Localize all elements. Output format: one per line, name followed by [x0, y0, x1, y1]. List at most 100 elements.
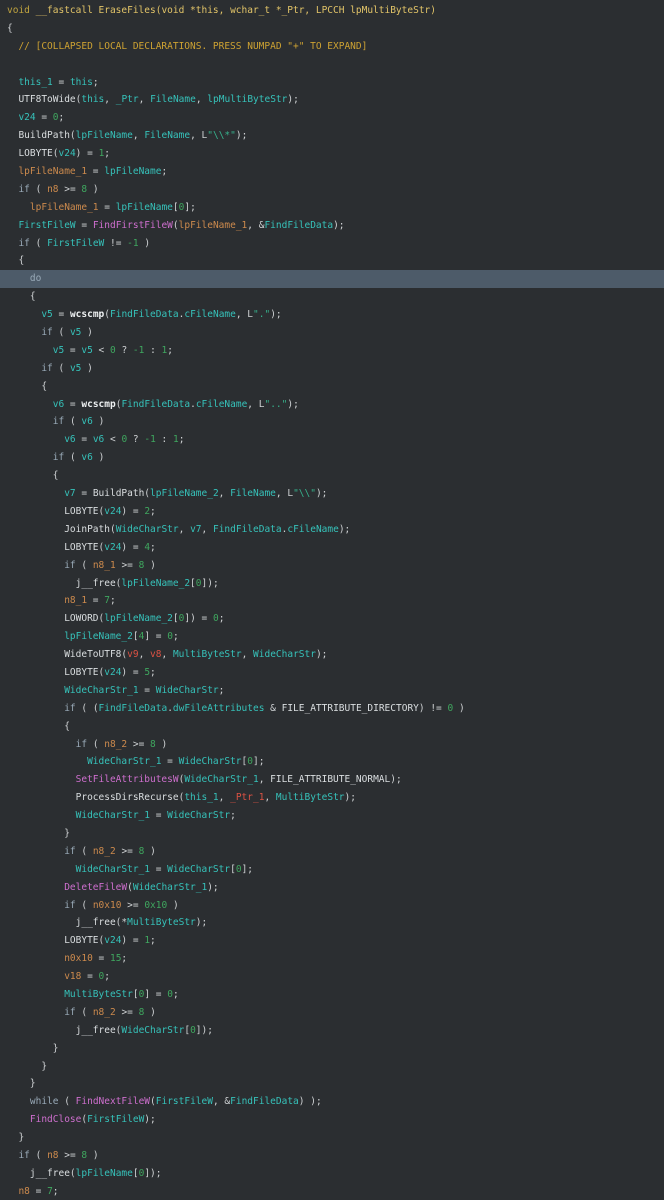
code-line[interactable]: LOWORD(lpFileName_2[0]) = 0; [0, 610, 664, 628]
code-line[interactable]: if ( n8_2 >= 8 ) [0, 736, 664, 754]
code-token: n8_1 [7, 595, 88, 607]
code-token: FirstFileW [155, 1096, 213, 1108]
code-line[interactable]: { [0, 718, 664, 736]
code-token: FileName [150, 94, 196, 106]
code-token: j__free [7, 1167, 70, 1179]
code-token: = [75, 219, 93, 231]
code-line[interactable]: } [0, 825, 664, 843]
code-line[interactable]: LOBYTE(v24) = 5; [0, 664, 664, 682]
code-line[interactable]: if ( n8 >= 8 ) [0, 1147, 664, 1165]
code-line[interactable]: // [COLLAPSED LOCAL DECLARATIONS. PRESS … [0, 38, 664, 56]
code-token: ) != [418, 702, 448, 714]
code-line[interactable]: MultiByteStr[0] = 0; [0, 986, 664, 1004]
code-token: v18 [7, 971, 82, 983]
code-line[interactable]: { [0, 378, 664, 396]
code-line[interactable]: j__free(WideCharStr[0]); [0, 1022, 664, 1040]
code-line[interactable]: j__free(lpFileName[0]); [0, 1165, 664, 1183]
code-token: "." [253, 309, 271, 321]
code-line[interactable]: lpFileName_2[4] = 0; [0, 628, 664, 646]
code-token: if [52, 416, 65, 428]
code-line[interactable]: j__free(lpFileName_2[0]); [0, 575, 664, 593]
code-token: , L [190, 130, 208, 142]
code-line[interactable]: this_1 = this; [0, 74, 664, 92]
code-line[interactable]: if ( n8_2 >= 8 ) [0, 1004, 664, 1022]
code-line[interactable]: n8_1 = 7; [0, 592, 664, 610]
code-line[interactable]: lpFileName_1 = lpFileName[0]; [0, 199, 664, 217]
code-line[interactable]: if ( FirstFileW != -1 ) [0, 235, 664, 253]
code-line[interactable] [0, 56, 664, 74]
code-line[interactable]: LOBYTE(v24) = 1; [0, 932, 664, 950]
code-line[interactable]: UTF8ToWide(this, _Ptr, FileName, lpMulti… [0, 91, 664, 109]
code-token: { [7, 380, 48, 392]
code-line[interactable]: { [0, 20, 664, 38]
code-line[interactable]: ProcessDirsRecurse(this_1, _Ptr_1, Multi… [0, 789, 664, 807]
code-token: ); [207, 881, 219, 893]
code-token: v5 [7, 344, 65, 356]
code-line[interactable]: if ( v5 ) [0, 324, 664, 342]
code-line[interactable]: SetFileAttributesW(WideCharStr_1, FILE_A… [0, 771, 664, 789]
code-line[interactable]: LOBYTE(v24) = 1; [0, 145, 664, 163]
code-token: ; [172, 988, 179, 1000]
code-line[interactable]: FindClose(FirstFileW); [0, 1111, 664, 1129]
code-token: ); [270, 309, 282, 321]
code-line[interactable]: if ( v6 ) [0, 449, 664, 467]
code-token: : [155, 434, 173, 446]
code-line[interactable]: v6 = wcscmp(FindFileData.cFileName, L"..… [0, 396, 664, 414]
code-line[interactable]: if ( n8_2 >= 8 ) [0, 843, 664, 861]
code-token: LOWORD [7, 613, 99, 625]
code-line[interactable]: } [0, 1058, 664, 1076]
code-token: ; [218, 684, 225, 696]
code-line[interactable]: LOBYTE(v24) = 4; [0, 539, 664, 557]
code-line[interactable]: LOBYTE(v24) = 2; [0, 503, 664, 521]
code-line[interactable]: v5 = wcscmp(FindFileData.cFileName, L"."… [0, 306, 664, 324]
code-line[interactable]: { [0, 467, 664, 485]
code-token: // [COLLAPSED LOCAL DECLARATIONS. PRESS … [7, 40, 368, 52]
code-line[interactable]: if ( v6 ) [0, 413, 664, 431]
code-line[interactable]: v7 = BuildPath(lpFileName_2, FileName, L… [0, 485, 664, 503]
code-line[interactable]: n0x10 = 15; [0, 950, 664, 968]
code-line[interactable]: if ( n8 >= 8 ) [0, 181, 664, 199]
code-line[interactable]: if ( n0x10 >= 0x10 ) [0, 897, 664, 915]
code-line[interactable]: v24 = 0; [0, 109, 664, 127]
code-line[interactable]: lpFileName_1 = lpFileName; [0, 163, 664, 181]
code-line[interactable]: { [0, 288, 664, 306]
code-token: v24 [104, 935, 122, 947]
code-line[interactable]: WideCharStr_1 = WideCharStr[0]; [0, 753, 664, 771]
code-line[interactable]: void __fastcall EraseFiles(void *this, w… [0, 2, 664, 20]
code-line[interactable]: v5 = v5 < 0 ? -1 : 1; [0, 342, 664, 360]
code-token: n8 [47, 183, 59, 195]
code-line[interactable]: BuildPath(lpFileName, FileName, L"\\*"); [0, 127, 664, 145]
code-line[interactable]: WideCharStr_1 = WideCharStr[0]; [0, 861, 664, 879]
code-token: ) [138, 237, 151, 249]
code-line[interactable]: DeleteFileW(WideCharStr_1); [0, 879, 664, 897]
code-line[interactable]: v6 = v6 < 0 ? -1 : 1; [0, 431, 664, 449]
code-line[interactable]: WideCharStr_1 = WideCharStr; [0, 807, 664, 825]
code-line[interactable]: } [0, 1075, 664, 1093]
code-line[interactable]: { [0, 252, 664, 270]
code-token: , [241, 649, 254, 661]
code-line[interactable]: FirstFileW = FindFirstFileW(lpFileName_1… [0, 217, 664, 235]
code-token: lpFileName [75, 1167, 133, 1179]
code-line[interactable]: if ( n8_1 >= 8 ) [0, 557, 664, 575]
code-line[interactable]: n8 = 7; [0, 1183, 664, 1200]
code-line[interactable]: JoinPath(WideCharStr, v7, FindFileData.c… [0, 521, 664, 539]
code-line[interactable]: WideToUTF8(v9, v8, MultiByteStr, WideCha… [0, 646, 664, 664]
code-token: } [7, 1078, 36, 1090]
code-token: WideCharStr_1 [184, 774, 259, 786]
code-token: ; [52, 1185, 59, 1197]
code-line[interactable]: if ( v5 ) [0, 360, 664, 378]
code-line[interactable]: v18 = 0; [0, 968, 664, 986]
code-line[interactable]: j__free(*MultiByteStr); [0, 914, 664, 932]
code-line[interactable]: if ( (FindFileData.dwFileAttributes & FI… [0, 700, 664, 718]
pseudocode-view[interactable]: void __fastcall EraseFiles(void *this, w… [0, 0, 664, 1200]
code-line[interactable]: } [0, 1129, 664, 1147]
code-line[interactable]: while ( FindNextFileW(FirstFileW, &FindF… [0, 1093, 664, 1111]
current-line-highlight[interactable]: do [0, 270, 664, 289]
code-token: UTF8ToWide [7, 94, 76, 106]
code-token: JoinPath [7, 523, 110, 535]
code-token: = [75, 488, 93, 500]
code-line[interactable]: WideCharStr_1 = WideCharStr; [0, 682, 664, 700]
code-token: = [52, 309, 70, 321]
code-token: { [7, 255, 25, 267]
code-line[interactable]: } [0, 1040, 664, 1058]
